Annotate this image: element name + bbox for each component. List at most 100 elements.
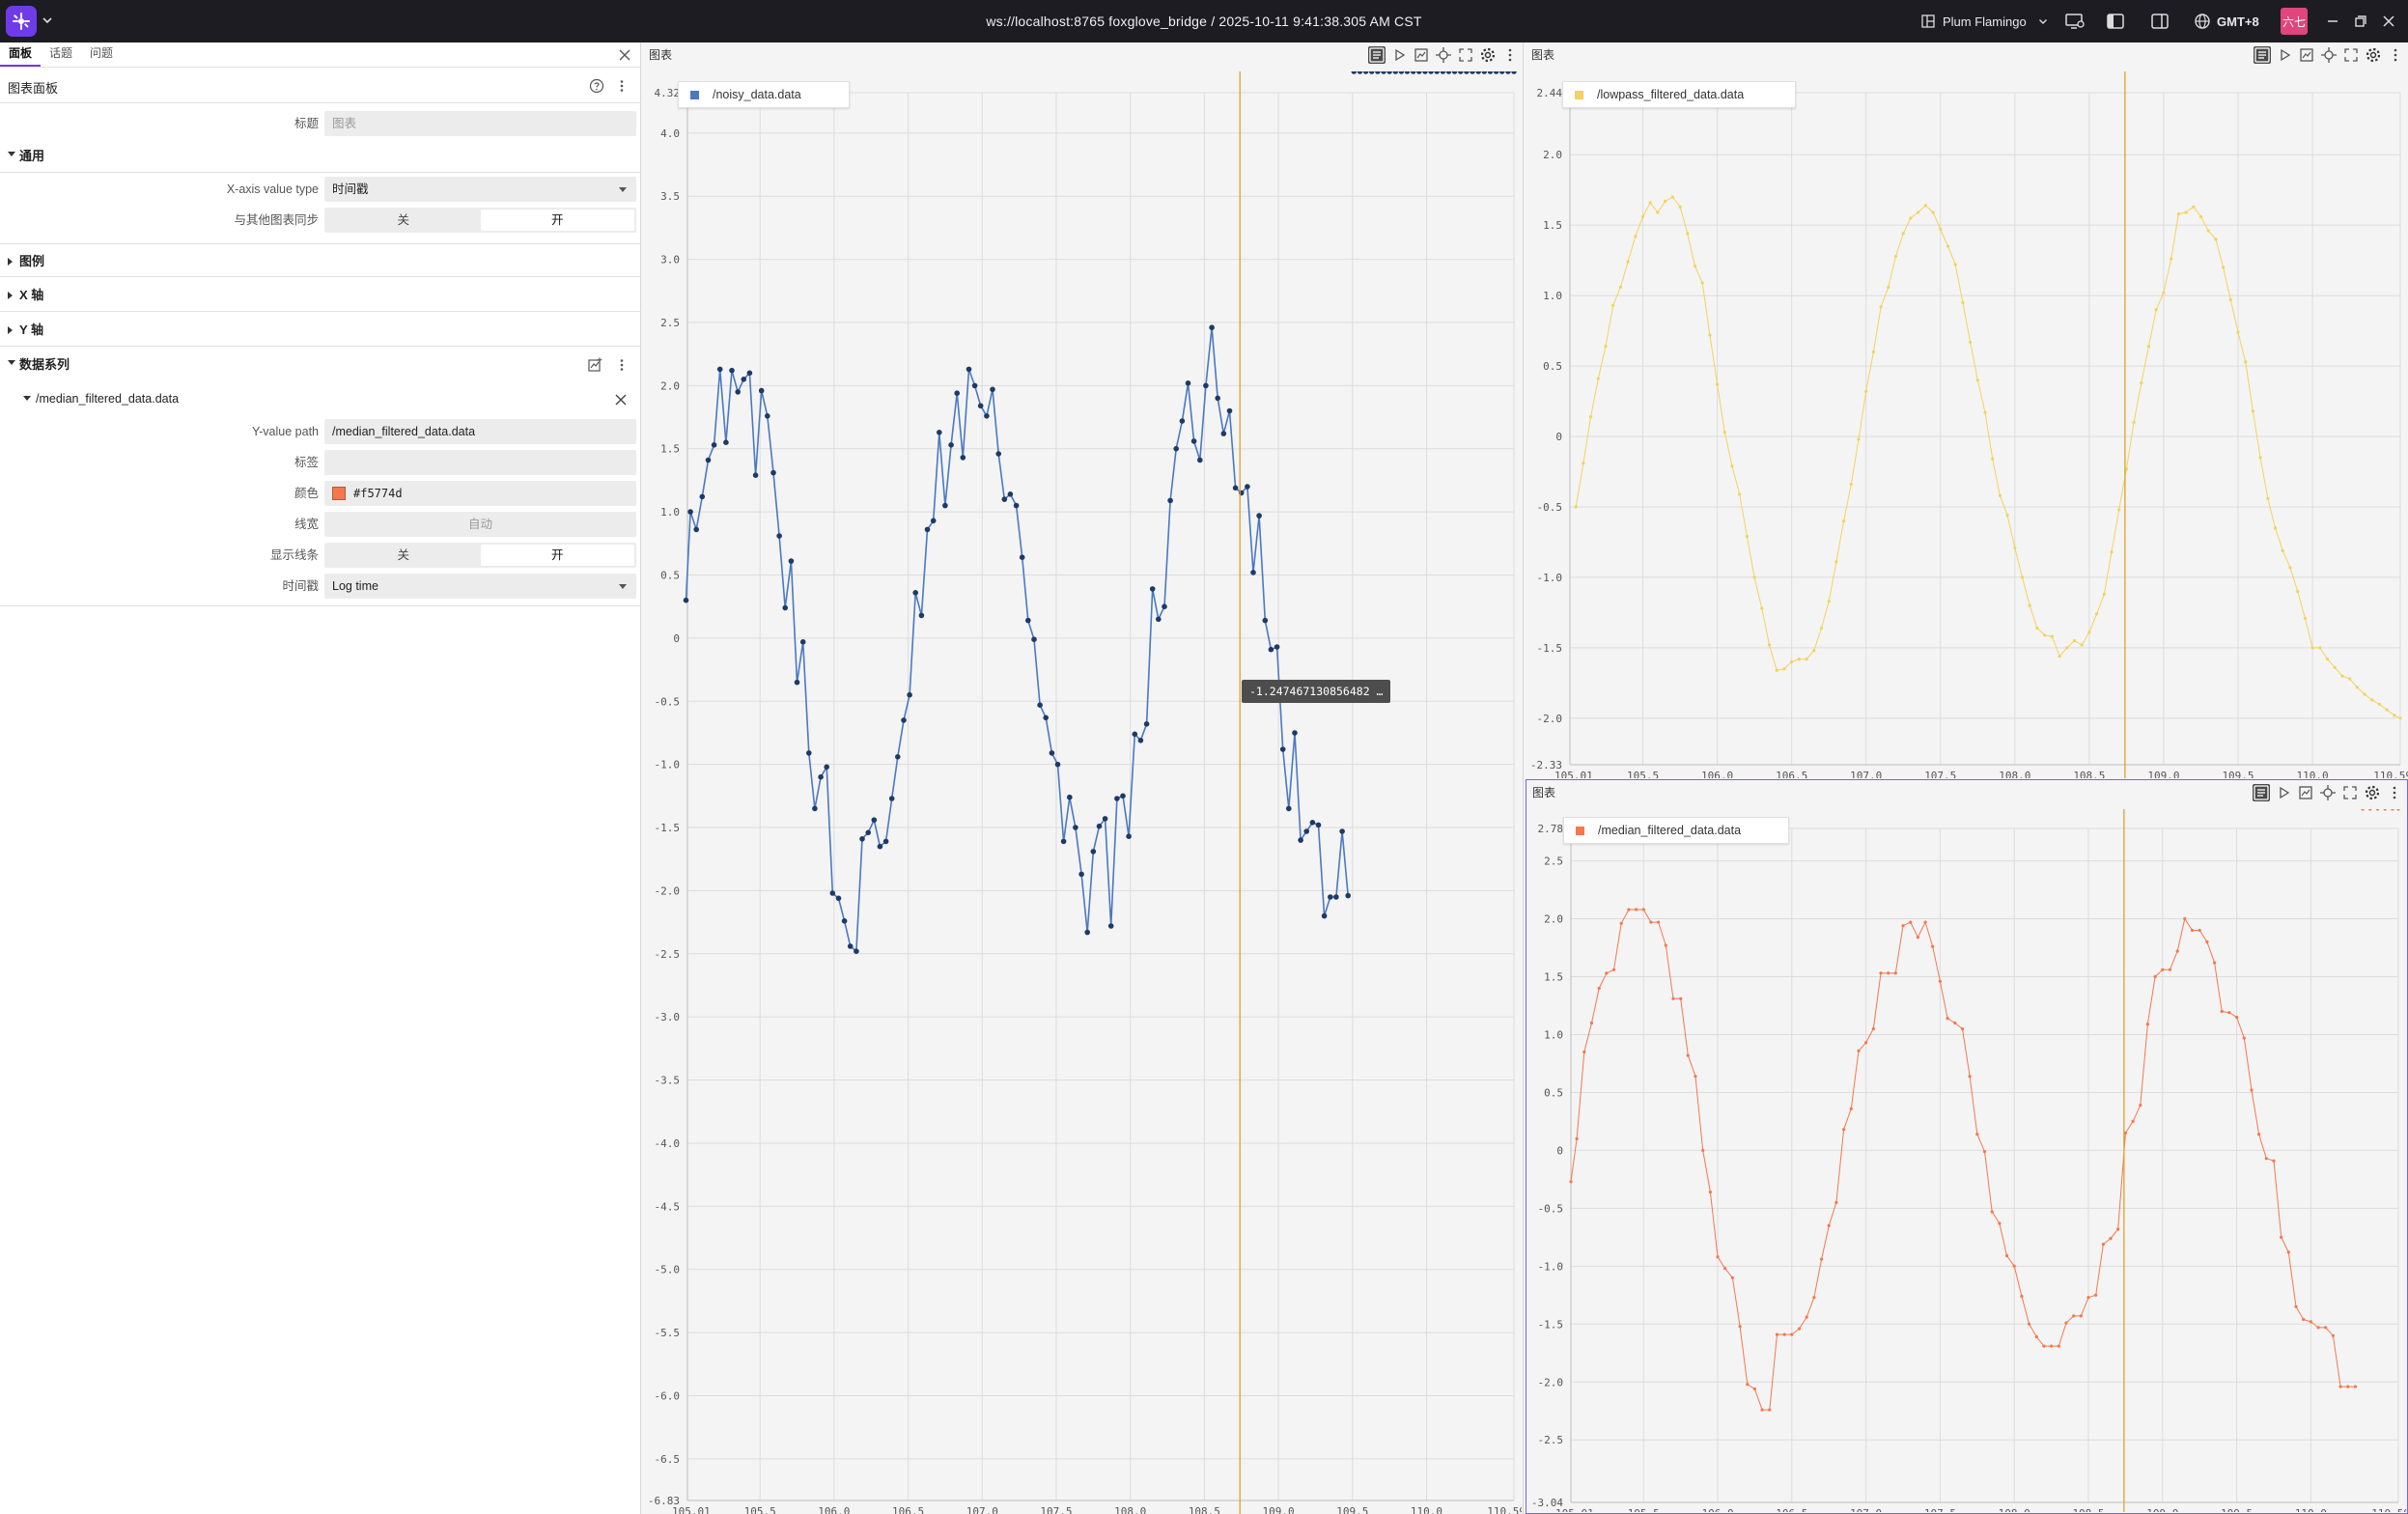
legend-swatch xyxy=(1576,826,1584,835)
data-point xyxy=(1422,71,1428,74)
data-point xyxy=(1464,71,1470,74)
title-input[interactable]: 图表 xyxy=(324,111,636,136)
crosshair-button[interactable] xyxy=(2319,784,2337,801)
play-button[interactable] xyxy=(1390,46,1408,64)
data-point xyxy=(1007,491,1014,497)
fullscreen-button[interactable] xyxy=(2342,46,2360,64)
data-point xyxy=(2214,238,2218,241)
timezone-button[interactable]: GMT+8 xyxy=(2192,0,2259,42)
series-more-vertical-icon[interactable] xyxy=(614,357,630,373)
sync-on-option[interactable]: 开 xyxy=(480,210,634,231)
line-width-input[interactable]: 自动 xyxy=(324,512,636,537)
chart-legend[interactable]: /lowpass_filtered_data.data xyxy=(1562,81,1796,108)
gear-button[interactable] xyxy=(1479,46,1497,64)
y-tick-label: -0.5 xyxy=(1538,1202,1564,1215)
gear-button[interactable] xyxy=(2364,784,2381,801)
data-point xyxy=(1386,71,1392,74)
play-button[interactable] xyxy=(2275,784,2292,801)
remove-series-close-icon[interactable] xyxy=(614,393,628,407)
close-sidebar-icon[interactable] xyxy=(617,47,632,63)
show-line-on-option[interactable]: 开 xyxy=(480,545,634,566)
download-image-button[interactable] xyxy=(2297,784,2314,801)
data-point xyxy=(2264,1157,2268,1161)
play-button[interactable] xyxy=(2276,46,2293,64)
close-window-button[interactable] xyxy=(2378,0,2399,42)
user-avatar[interactable]: 六七 xyxy=(2281,8,2308,35)
app-logo-icon[interactable] xyxy=(6,6,37,37)
color-swatch[interactable] xyxy=(332,487,346,500)
toggle-legend-button[interactable] xyxy=(1368,46,1386,64)
data-point xyxy=(2131,1119,2135,1123)
tab-panel[interactable]: 面板 xyxy=(0,42,42,67)
section-y-axis[interactable]: Y 轴 xyxy=(0,313,641,347)
data-point xyxy=(2302,1317,2306,1322)
panel-settings-header: 图表面板 xyxy=(0,69,641,103)
x-axis-type-select[interactable]: 时间戳 xyxy=(324,177,636,202)
data-point xyxy=(2198,928,2201,933)
more-vertical-button[interactable] xyxy=(1501,46,1519,64)
add-series-icon[interactable] xyxy=(587,357,602,373)
chart-plot-area[interactable]: 4.32 4.0 3.5 3.0 2.5 2.0 1.5 1.0 0.5 0 -0.5 -1.0 -1.… xyxy=(643,71,1522,1514)
data-point xyxy=(1752,575,1756,579)
gear-button[interactable] xyxy=(2365,46,2382,64)
fullscreen-button[interactable] xyxy=(1457,46,1474,64)
data-point xyxy=(1917,210,1920,214)
data-point xyxy=(942,502,948,509)
fullscreen-button[interactable] xyxy=(2341,784,2359,801)
show-line-off-option[interactable]: 关 xyxy=(326,545,481,566)
restore-window-button[interactable] xyxy=(2350,0,2371,42)
series-color-input[interactable]: #f5774d xyxy=(324,481,636,506)
toggle-legend-button[interactable] xyxy=(2253,784,2270,801)
sidebar-divider xyxy=(0,605,641,606)
section-x-axis[interactable]: X 轴 xyxy=(0,278,641,312)
data-point xyxy=(2227,1011,2231,1015)
help-icon[interactable] xyxy=(589,78,604,94)
data-point xyxy=(729,367,735,374)
section-general[interactable]: 通用 xyxy=(0,139,641,173)
chart-plot-area[interactable]: 2.442.01.51.00.50-0.5-1.0-1.5-2.0-2.3310… xyxy=(1526,71,2408,778)
toggle-legend-button[interactable] xyxy=(2254,46,2271,64)
series-tag-input[interactable] xyxy=(324,450,636,475)
toggle-left-sidebar-button[interactable] xyxy=(2105,0,2126,42)
data-point xyxy=(2391,809,2394,811)
data-point xyxy=(2192,205,2196,209)
sync-off-option[interactable]: 关 xyxy=(326,210,481,231)
x-tick-label: 110.59 xyxy=(2371,1507,2406,1512)
section-legend[interactable]: 图例 xyxy=(0,243,641,277)
tab-problems[interactable]: 问题 xyxy=(81,42,122,67)
section-series[interactable]: 数据系列 xyxy=(0,348,641,381)
toggle-right-sidebar-button[interactable] xyxy=(2149,0,2170,42)
crosshair-button[interactable] xyxy=(2320,46,2338,64)
x-tick-label: 108.0 xyxy=(1999,1507,2030,1512)
chart-legend[interactable]: /median_filtered_data.data xyxy=(1563,817,1789,844)
data-point xyxy=(1975,1133,1979,1136)
layout-menu-button[interactable]: Plum Flamingo xyxy=(1918,0,2054,42)
data-point xyxy=(1857,1049,1861,1052)
y-tick-label: -0.5 xyxy=(655,695,681,708)
crosshair-button[interactable] xyxy=(1435,46,1452,64)
app-settings-button[interactable] xyxy=(2064,0,2086,42)
section-x-axis-label: X 轴 xyxy=(19,288,44,302)
data-point xyxy=(2325,658,2330,661)
more-vertical-button[interactable] xyxy=(2387,46,2404,64)
data-point xyxy=(1173,445,1179,452)
x-tick-label: 105.5 xyxy=(1627,770,1659,778)
x-tick-label: 107.5 xyxy=(1924,1507,1956,1512)
timestamp-select[interactable]: Log time xyxy=(324,574,636,599)
x-tick-label: 110.0 xyxy=(2295,1507,2327,1512)
more-vertical-icon[interactable] xyxy=(614,78,630,94)
app-menu-chevron-down-icon[interactable] xyxy=(41,14,54,27)
download-image-button[interactable] xyxy=(1413,46,1430,64)
chart-legend[interactable]: /noisy_data.data xyxy=(678,81,850,108)
section-general-caret-down-icon xyxy=(8,152,15,156)
tab-topics[interactable]: 话题 xyxy=(41,42,81,67)
minimize-window-button[interactable] xyxy=(2322,0,2343,42)
data-point xyxy=(1060,838,1067,845)
more-vertical-button[interactable] xyxy=(2386,784,2403,801)
y-path-input[interactable]: /median_filtered_data.data xyxy=(324,419,636,444)
data-point xyxy=(1797,658,1801,661)
chart-plot-area[interactable]: 2.78 2.5 2.0 1.5 1.0 0.5 0 -0.5 -1.0 -1.5 -2.0 -2.5… xyxy=(1526,809,2406,1512)
data-point xyxy=(901,717,907,723)
download-image-button[interactable] xyxy=(2298,46,2315,64)
series-item-header[interactable]: /median_filtered_data.data xyxy=(0,382,641,415)
